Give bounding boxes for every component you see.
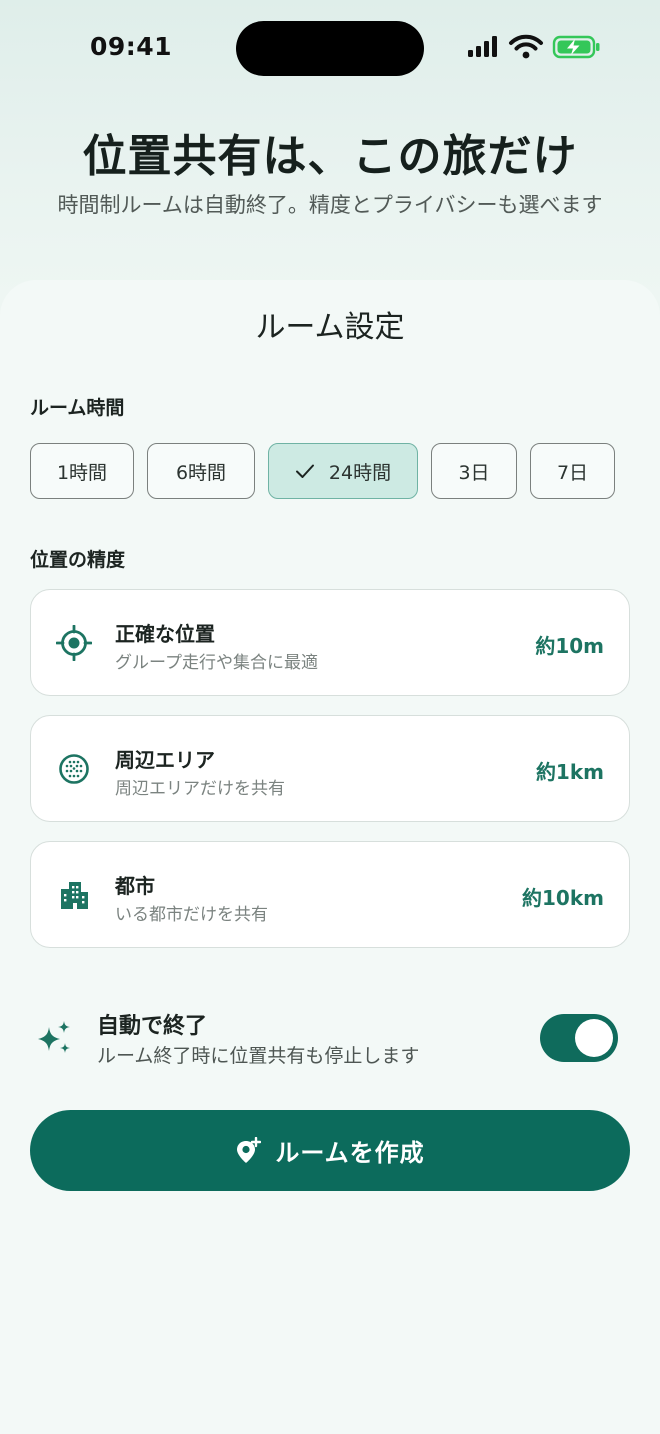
precision-section-label: 位置の精度 <box>30 549 126 571</box>
battery-charging-icon <box>552 35 600 59</box>
duration-chip-6h[interactable]: 6時間 <box>147 443 255 499</box>
toggle-knob <box>575 1019 613 1057</box>
create-room-label: ルームを作成 <box>275 1139 425 1167</box>
chip-label: 1時間 <box>56 461 108 484</box>
chip-label: 7日 <box>556 461 589 484</box>
precision-option-exact[interactable]: 正確な位置 グループ走行や集合に最適 約10m <box>30 589 630 696</box>
duration-chip-24h[interactable]: 24時間 <box>268 443 418 499</box>
auto-end-description: ルーム終了時に位置共有も停止します <box>97 1045 420 1067</box>
page-subtitle: 時間制ルームは自動終了。精度とプライバシーも選べます <box>57 193 603 217</box>
option-description: いる都市だけを共有 <box>115 905 268 925</box>
sparkles-icon <box>36 1019 74 1061</box>
duration-chip-3d[interactable]: 3日 <box>431 443 517 499</box>
auto-end-title: 自動で終了 <box>97 1014 208 1039</box>
duration-chip-7d[interactable]: 7日 <box>530 443 615 499</box>
option-description: グループ走行や集合に最適 <box>115 653 318 673</box>
precision-option-city[interactable]: 都市 いる都市だけを共有 約10km <box>30 841 630 948</box>
wifi-icon <box>509 34 543 59</box>
chip-label: 3日 <box>458 461 490 484</box>
dynamic-island <box>236 21 424 76</box>
option-description: 周辺エリアだけを共有 <box>115 779 285 799</box>
option-value: 約10m <box>535 634 604 658</box>
checkmark-icon <box>295 463 315 479</box>
duration-chip-1h[interactable]: 1時間 <box>30 443 134 499</box>
precision-option-area[interactable]: 周辺エリア 周辺エリアだけを共有 約1km <box>30 715 630 822</box>
crosshair-icon <box>56 625 92 661</box>
duration-section-label: ルーム時間 <box>30 397 125 419</box>
create-room-button[interactable]: ルームを作成 <box>30 1110 630 1191</box>
page-title: 位置共有は、この旅だけ <box>82 131 578 182</box>
option-value: 約10km <box>522 886 604 910</box>
status-icons <box>466 34 602 60</box>
option-value: 約1km <box>535 760 604 784</box>
option-title: 正確な位置 <box>115 622 215 646</box>
option-title: 都市 <box>115 874 155 898</box>
sheet-title: ルーム設定 <box>255 310 405 345</box>
status-bar: 09:41 <box>0 0 660 100</box>
status-time: 09:41 <box>90 32 173 61</box>
cellular-signal-icon <box>468 36 497 57</box>
city-icon <box>56 877 92 913</box>
add-location-icon <box>235 1136 262 1165</box>
chip-label: 6時間 <box>175 461 227 484</box>
option-title: 周辺エリア <box>115 748 215 772</box>
area-grid-icon <box>56 751 92 787</box>
auto-end-toggle[interactable] <box>540 1014 618 1062</box>
chip-label: 24時間 <box>328 461 392 484</box>
